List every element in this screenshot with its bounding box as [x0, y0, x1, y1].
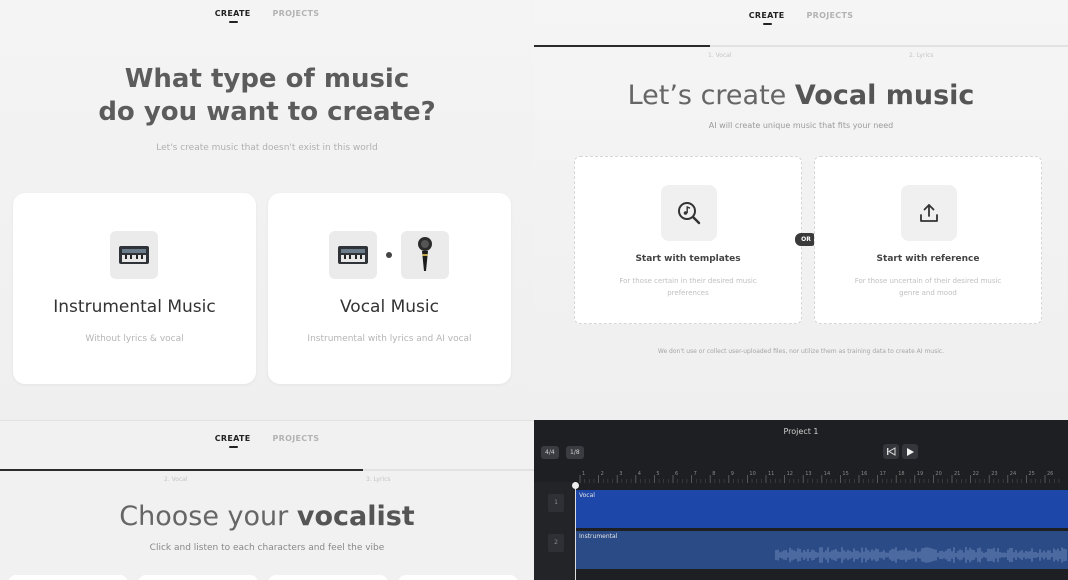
step-progress-fill: [534, 45, 711, 47]
ruler-tick-label: 7: [694, 471, 697, 477]
option-title: Start with templates: [635, 254, 741, 264]
ruler-tick-label: 8: [712, 471, 715, 477]
ruler-tick-label: 20: [935, 471, 941, 477]
tab-create[interactable]: CREATE: [215, 9, 251, 23]
step-label-2: 3. Lyrics: [366, 476, 391, 483]
tab-create[interactable]: CREATE: [215, 434, 251, 448]
ruler-tick-label: 24: [1010, 471, 1016, 477]
start-with-templates-card[interactable]: Start with templates For those certain i…: [574, 156, 802, 324]
ruler-tick-label: 3: [619, 471, 622, 477]
step-label-2: 2. Lyrics: [909, 52, 934, 59]
tab-create[interactable]: CREATE: [749, 11, 785, 25]
microphone-icon: [401, 231, 449, 279]
track-name: Vocal: [579, 492, 595, 499]
ruler-ticks: 1 2 3 4 5 6 7 8 9 10 11 12 13 14 15 16 17 18 19 20 21 22 23 24 2…: [579, 471, 1060, 483]
ruler-tick-label: 10: [749, 471, 755, 477]
track-editor: Project 1 4/4 1/8 1 2 3 4 5 6 7 8 9 10 11 12 13 14 15 1…: [534, 420, 1068, 580]
playhead[interactable]: [575, 482, 576, 580]
ruler-tick-label: 4: [638, 471, 641, 477]
card-description: Without lyrics & vocal: [85, 334, 184, 344]
top-nav: CREATE PROJECTS: [534, 11, 1068, 25]
project-title: Project 1: [783, 427, 819, 436]
page-subtitle: AI will create unique music that fits yo…: [708, 121, 894, 130]
vocalist-card[interactable]: [398, 575, 518, 580]
step-label-1: 1. Vocal: [708, 52, 732, 59]
ruler-tick-label: 25: [1028, 471, 1034, 477]
vocal-music-card[interactable]: Vocal Music Instrumental with lyrics and…: [268, 193, 511, 384]
step-progress-fill: [0, 469, 364, 471]
upload-icon: [901, 185, 957, 241]
tab-projects[interactable]: PROJECTS: [807, 11, 854, 20]
ruler-tick-label: 16: [861, 471, 867, 477]
start-with-reference-card[interactable]: Start with reference For those uncertain…: [814, 156, 1042, 324]
create-vocal-music-screen: CREATE PROJECTS 1. Vocal 2. Lyrics Let’s…: [534, 0, 1068, 420]
page-subtitle: Let's create music that doesn't exist in…: [156, 143, 378, 153]
ruler-tick-label: 2: [601, 471, 604, 477]
track-number: 2: [548, 534, 564, 552]
grid-resolution-button[interactable]: 1/8: [566, 446, 584, 459]
privacy-note: We don't use or collect user-uploaded fi…: [657, 348, 945, 355]
music-type-screen: CREATE PROJECTS What type of music do yo…: [0, 0, 534, 420]
ruler-tick-label: 1: [582, 471, 585, 477]
title-prefix: Let’s create: [627, 80, 795, 111]
ruler-tick-label: 26: [1047, 471, 1053, 477]
time-signature-button[interactable]: 4/4: [541, 446, 559, 459]
vocalist-card[interactable]: [268, 575, 388, 580]
ruler-tick-label: 13: [805, 471, 811, 477]
top-nav: CREATE PROJECTS: [0, 9, 534, 23]
title-emphasis: Vocal music: [794, 80, 975, 111]
step-progress-bar: [534, 45, 1068, 47]
vocalist-card[interactable]: [8, 575, 128, 580]
vocalist-card[interactable]: [138, 575, 258, 580]
play-icon: [906, 447, 914, 456]
instrumental-track[interactable]: Instrumental: [576, 531, 1068, 569]
skip-back-icon: [887, 447, 896, 456]
page-title: What type of music do you want to create…: [0, 63, 534, 129]
top-nav: CREATE PROJECTS: [0, 434, 534, 448]
ruler-tick-label: 6: [675, 471, 678, 477]
choose-vocalist-screen: CREATE PROJECTS 2. Vocal 3. Lyrics Choos…: [0, 420, 534, 580]
playhead-handle[interactable]: [572, 482, 579, 489]
option-description: For those uncertain of their desired mus…: [854, 277, 1002, 297]
ruler-tick-label: 15: [842, 471, 848, 477]
card-description: Instrumental with lyrics and AI vocal: [307, 334, 472, 344]
track-number: 1: [548, 494, 564, 512]
skip-back-button[interactable]: [883, 444, 899, 459]
option-title: Start with reference: [876, 254, 980, 264]
ruler-tick-label: 5: [656, 471, 659, 477]
keyboard-icon: [329, 231, 377, 279]
ruler-tick-label: 17: [880, 471, 886, 477]
page-title: Choose your vocalist: [0, 501, 534, 532]
keyboard-icon: [110, 231, 158, 279]
instrumental-music-card[interactable]: Instrumental Music Without lyrics & voca…: [13, 193, 256, 384]
ruler-tick-label: 23: [991, 471, 997, 477]
music-search-icon: [661, 185, 717, 241]
ruler-tick-label: 14: [824, 471, 830, 477]
ruler-tick-label: 11: [768, 471, 774, 477]
waveform: [775, 547, 1067, 563]
play-button[interactable]: [902, 444, 918, 459]
step-progress-bar: [0, 469, 534, 471]
ruler-tick-label: 9: [731, 471, 734, 477]
ruler-tick-label: 12: [787, 471, 793, 477]
page-subtitle: Click and listen to each characters and …: [149, 543, 385, 553]
card-title: Vocal Music: [340, 297, 439, 317]
tab-projects[interactable]: PROJECTS: [273, 9, 320, 18]
ruler-tick-label: 19: [917, 471, 923, 477]
ruler-tick-label: 18: [898, 471, 904, 477]
timeline-ruler[interactable]: 1 2 3 4 5 6 7 8 9 10 11 12 13 14 15 16 17 18 19 20 21 22 23 24 2…: [576, 468, 1068, 483]
title-emphasis: vocalist: [296, 501, 415, 532]
tab-projects[interactable]: PROJECTS: [273, 434, 320, 443]
vocal-track[interactable]: Vocal: [576, 490, 1068, 528]
card-title: Instrumental Music: [53, 297, 216, 317]
option-description: For those certain in their desired music…: [619, 277, 757, 297]
page-title-line-1: What type of music: [124, 64, 410, 94]
title-prefix: Choose your: [119, 501, 297, 532]
ruler-tick-label: 21: [954, 471, 960, 477]
page-title: Let’s create Vocal music: [534, 80, 1068, 111]
page-title-line-2: do you want to create?: [98, 97, 436, 127]
plus-dot-icon: [386, 252, 392, 258]
ruler-tick-label: 22: [973, 471, 979, 477]
step-label-1: 2. Vocal: [164, 476, 188, 483]
